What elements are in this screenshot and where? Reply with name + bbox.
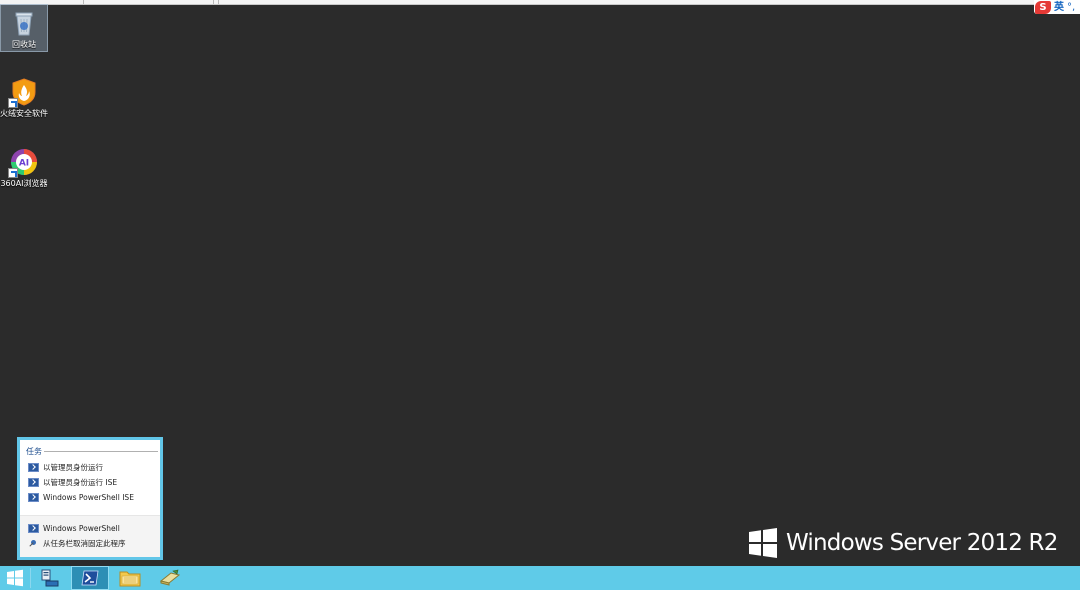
watermark-text: Windows Server 2012 R2 [786, 530, 1058, 556]
jump-list-item-run-as-admin[interactable]: 以管理员身份运行 [28, 461, 103, 474]
window-divider [218, 0, 219, 4]
jump-list-item-powershell-ise[interactable]: Windows PowerShell ISE [28, 491, 134, 504]
powershell-ise-icon [28, 478, 39, 487]
powershell-icon [81, 570, 99, 586]
sogou-ime-icon: S [1035, 0, 1051, 14]
jump-list-item-label: Windows PowerShell ISE [43, 493, 134, 502]
jump-list-header: 任务 [26, 447, 42, 456]
folder-icon [119, 571, 141, 587]
taskbar-windows-powershell[interactable] [71, 566, 109, 590]
jump-list-item-label: 以管理员身份运行 [43, 463, 103, 472]
start-button[interactable] [0, 566, 30, 590]
powershell-icon [28, 463, 39, 472]
windows-logo-icon [749, 528, 777, 558]
ime-indicator[interactable]: S 英 °, [1034, 0, 1080, 14]
huorong-shield-icon [8, 77, 39, 108]
desktop-icon-recycle-bin[interactable]: 回收站 [0, 4, 48, 52]
jump-list-item-label: 以管理员身份运行 ISE [43, 478, 118, 487]
jump-list-separator [20, 515, 160, 516]
taskbar-tool[interactable] [151, 566, 189, 590]
jump-list-header-rule [44, 451, 158, 452]
desktop-icon-360ai-browser[interactable]: AI 360AI浏览器 [0, 144, 48, 189]
window-divider [83, 0, 84, 4]
taskbar [0, 566, 1080, 590]
server-manager-icon [41, 569, 59, 587]
jump-list-item-label: Windows PowerShell [43, 524, 120, 533]
tool-icon [159, 569, 181, 586]
powershell-icon [28, 524, 39, 533]
jump-list-item-label: 从任务栏取消固定此程序 [43, 539, 126, 548]
windows-start-icon [7, 569, 23, 587]
recycle-bin-icon [9, 8, 39, 38]
background-window-top-edge [0, 0, 1080, 5]
taskbar-server-manager[interactable] [31, 566, 69, 590]
shortcut-arrow-icon [8, 98, 18, 108]
desktop-icon-label: 火绒安全软件 [0, 109, 48, 118]
shortcut-arrow-icon [8, 168, 18, 178]
ime-punctuation: °, [1067, 1, 1076, 13]
ime-mode: 英 [1054, 1, 1064, 13]
powershell-ise-icon [28, 493, 39, 502]
svg-text:AI: AI [19, 159, 29, 169]
jump-list-item-windows-powershell[interactable]: Windows PowerShell [28, 522, 120, 535]
desktop-icon-huorong[interactable]: 火绒安全软件 [0, 74, 48, 119]
jump-list-item-run-ise-as-admin[interactable]: 以管理员身份运行 ISE [28, 476, 117, 489]
powershell-jump-list: 任务 以管理员身份运行 以管理员身份运行 ISE Windows PowerSh… [17, 437, 163, 560]
360ai-browser-icon: AI [8, 147, 39, 178]
desktop-icon-label: 360AI浏览器 [0, 179, 48, 188]
unpin-icon [28, 539, 39, 549]
desktop-icon-label: 回收站 [12, 40, 36, 49]
window-divider [213, 0, 214, 4]
jump-list-item-unpin[interactable]: 从任务栏取消固定此程序 [28, 537, 126, 550]
windows-server-watermark: Windows Server 2012 R2 [748, 528, 1058, 558]
taskbar-file-explorer[interactable] [111, 566, 149, 590]
